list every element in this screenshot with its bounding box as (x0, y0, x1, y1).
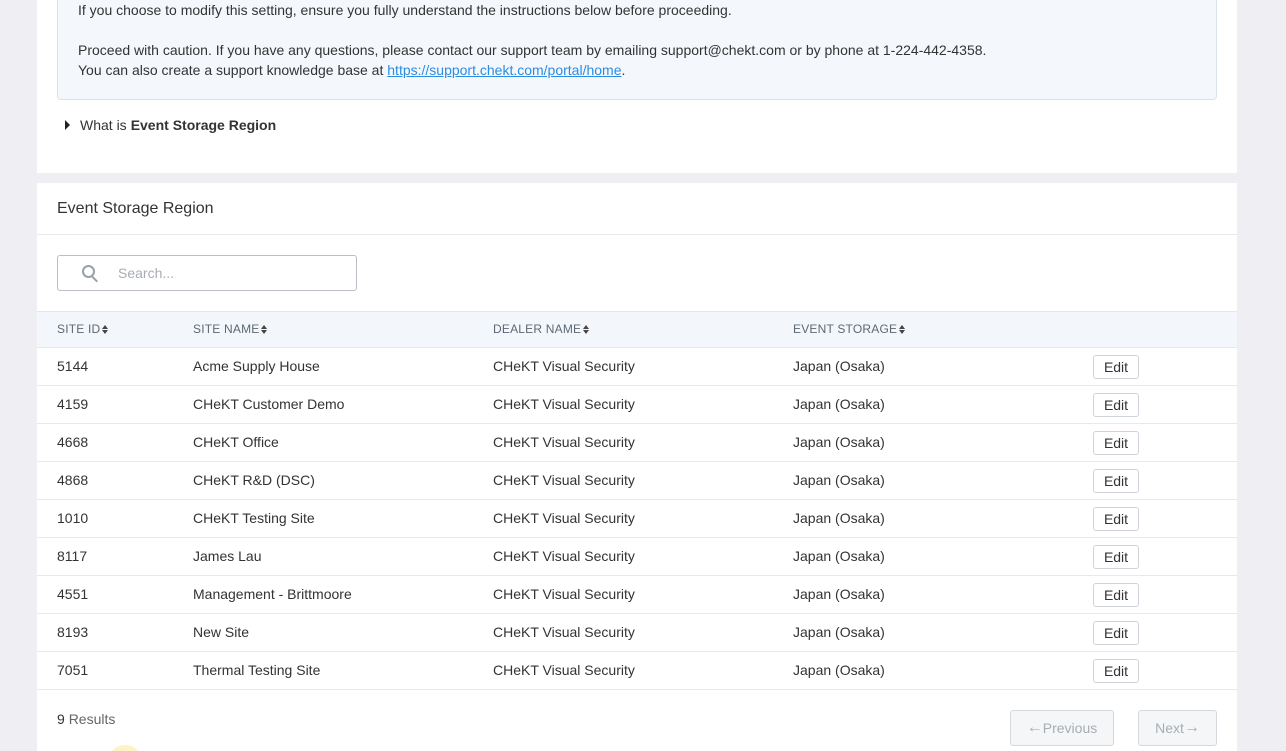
next-label: Next (1155, 720, 1184, 736)
table-row: 8193 New Site CHeKT Visual Security Japa… (37, 614, 1237, 652)
event-storage-cell: Japan (Osaka) (793, 586, 885, 602)
header-event-storage-label: EVENT STORAGE (793, 322, 898, 336)
dealer-name-cell: CHeKT Visual Security (493, 662, 635, 678)
table-row: 4551 Management - Brittmoore CHeKT Visua… (37, 576, 1237, 614)
header-site-id[interactable]: SITE ID (57, 322, 109, 336)
site-id-cell: 5144 (57, 358, 89, 374)
site-name-cell: CHeKT R&D (DSC) (193, 472, 315, 488)
edit-button[interactable]: Edit (1093, 507, 1139, 531)
edit-button[interactable]: Edit (1093, 583, 1139, 607)
results-number: 9 (57, 711, 65, 727)
event-storage-cell: Japan (Osaka) (793, 358, 885, 374)
header-site-name[interactable]: SITE NAME (193, 322, 268, 336)
header-site-id-label: SITE ID (57, 322, 101, 336)
dealer-name-cell: CHeKT Visual Security (493, 396, 635, 412)
table-row: 4868 CHeKT R&D (DSC) CHeKT Visual Securi… (37, 462, 1237, 500)
site-id-cell: 4668 (57, 434, 89, 450)
site-name-cell: James Lau (193, 548, 262, 564)
event-storage-cell: Japan (Osaka) (793, 624, 885, 640)
next-button[interactable]: Next → (1138, 710, 1217, 746)
notice-line-3-prefix: You can also create a support knowledge … (78, 62, 388, 78)
warning-panel: If you choose to modify this setting, en… (37, 0, 1237, 173)
event-storage-cell: Japan (Osaka) (793, 472, 885, 488)
event-storage-cell: Japan (Osaka) (793, 510, 885, 526)
site-name-cell: Acme Supply House (193, 358, 320, 374)
arrow-right-icon: → (1183, 719, 1200, 736)
site-id-cell: 4551 (57, 586, 89, 602)
edit-button[interactable]: Edit (1093, 469, 1139, 493)
event-storage-cell: Japan (Osaka) (793, 396, 885, 412)
previous-label: Previous (1042, 720, 1098, 736)
edit-button[interactable]: Edit (1093, 431, 1139, 455)
table-row: 4159 CHeKT Customer Demo CHeKT Visual Se… (37, 386, 1237, 424)
edit-button[interactable]: Edit (1093, 659, 1139, 683)
header-event-storage[interactable]: EVENT STORAGE (793, 322, 906, 336)
header-dealer-name-label: DEALER NAME (493, 322, 582, 336)
site-name-cell: Management - Brittmoore (193, 586, 352, 602)
dealer-name-cell: CHeKT Visual Security (493, 548, 635, 564)
header-dealer-name[interactable]: DEALER NAME (493, 322, 590, 336)
what-is-event-storage-toggle[interactable]: What is Event Storage Region (65, 117, 276, 133)
dealer-name-cell: CHeKT Visual Security (493, 434, 635, 450)
site-name-cell: CHeKT Testing Site (193, 510, 315, 526)
disclosure-prefix: What is (80, 117, 127, 133)
caret-right-icon (65, 120, 70, 130)
results-label: Results (68, 711, 116, 727)
header-site-name-label: SITE NAME (193, 322, 260, 336)
site-name-cell: CHeKT Customer Demo (193, 396, 345, 412)
site-id-cell: 7051 (57, 662, 89, 678)
results-count: 9 Results (57, 711, 115, 727)
edit-button[interactable]: Edit (1093, 355, 1139, 379)
panel-title: Event Storage Region (57, 200, 214, 217)
edit-button[interactable]: Edit (1093, 621, 1139, 645)
site-id-cell: 8193 (57, 624, 89, 640)
notice-line-2: Proceed with caution. If you have any qu… (78, 42, 987, 58)
arrow-left-icon: ← (1026, 719, 1043, 736)
dealer-name-cell: CHeKT Visual Security (493, 586, 635, 602)
disclosure-bold: Event Storage Region (130, 117, 277, 133)
dealer-name-cell: CHeKT Visual Security (493, 358, 635, 374)
table-header: SITE ID SITE NAME DEALER NAME EVENT STOR… (37, 311, 1237, 348)
event-storage-panel: Event Storage Region SITE ID SITE NAME D… (37, 183, 1237, 751)
table-row: 4668 CHeKT Office CHeKT Visual Security … (37, 424, 1237, 462)
site-name-cell: New Site (193, 624, 250, 640)
site-id-cell: 4159 (57, 396, 89, 412)
sort-icon (583, 324, 590, 334)
site-id-cell: 4868 (57, 472, 89, 488)
dealer-name-cell: CHeKT Visual Security (493, 510, 635, 526)
search-input[interactable] (118, 265, 338, 281)
event-storage-cell: Japan (Osaka) (793, 434, 885, 450)
dealer-name-cell: CHeKT Visual Security (493, 472, 635, 488)
sort-icon (899, 324, 906, 334)
notice-line-1: If you choose to modify this setting, en… (78, 2, 732, 18)
event-storage-cell: Japan (Osaka) (793, 548, 885, 564)
table-row: 7051 Thermal Testing Site CHeKT Visual S… (37, 652, 1237, 690)
sort-icon (102, 324, 109, 334)
caution-notice: If you choose to modify this setting, en… (57, 0, 1217, 100)
search-icon (82, 265, 98, 283)
table-row: 8117 James Lau CHeKT Visual Security Jap… (37, 538, 1237, 576)
site-name-cell: CHeKT Office (193, 434, 279, 450)
notice-line-3: You can also create a support knowledge … (78, 60, 625, 80)
table-row: 5144 Acme Supply House CHeKT Visual Secu… (37, 348, 1237, 386)
support-portal-link[interactable]: https://support.chekt.com/portal/home (387, 62, 621, 78)
table-row: 1010 CHeKT Testing Site CHeKT Visual Sec… (37, 500, 1237, 538)
edit-button[interactable]: Edit (1093, 545, 1139, 569)
dealer-name-cell: CHeKT Visual Security (493, 624, 635, 640)
site-id-cell: 1010 (57, 510, 89, 526)
site-id-cell: 8117 (57, 548, 88, 564)
event-storage-cell: Japan (Osaka) (793, 662, 885, 678)
previous-button[interactable]: ← Previous (1010, 710, 1114, 746)
site-name-cell: Thermal Testing Site (193, 662, 321, 678)
sort-icon (261, 324, 268, 334)
edit-button[interactable]: Edit (1093, 393, 1139, 417)
search-box[interactable] (57, 255, 357, 291)
notice-line-3-suffix: . (621, 62, 626, 78)
divider (37, 234, 1237, 235)
